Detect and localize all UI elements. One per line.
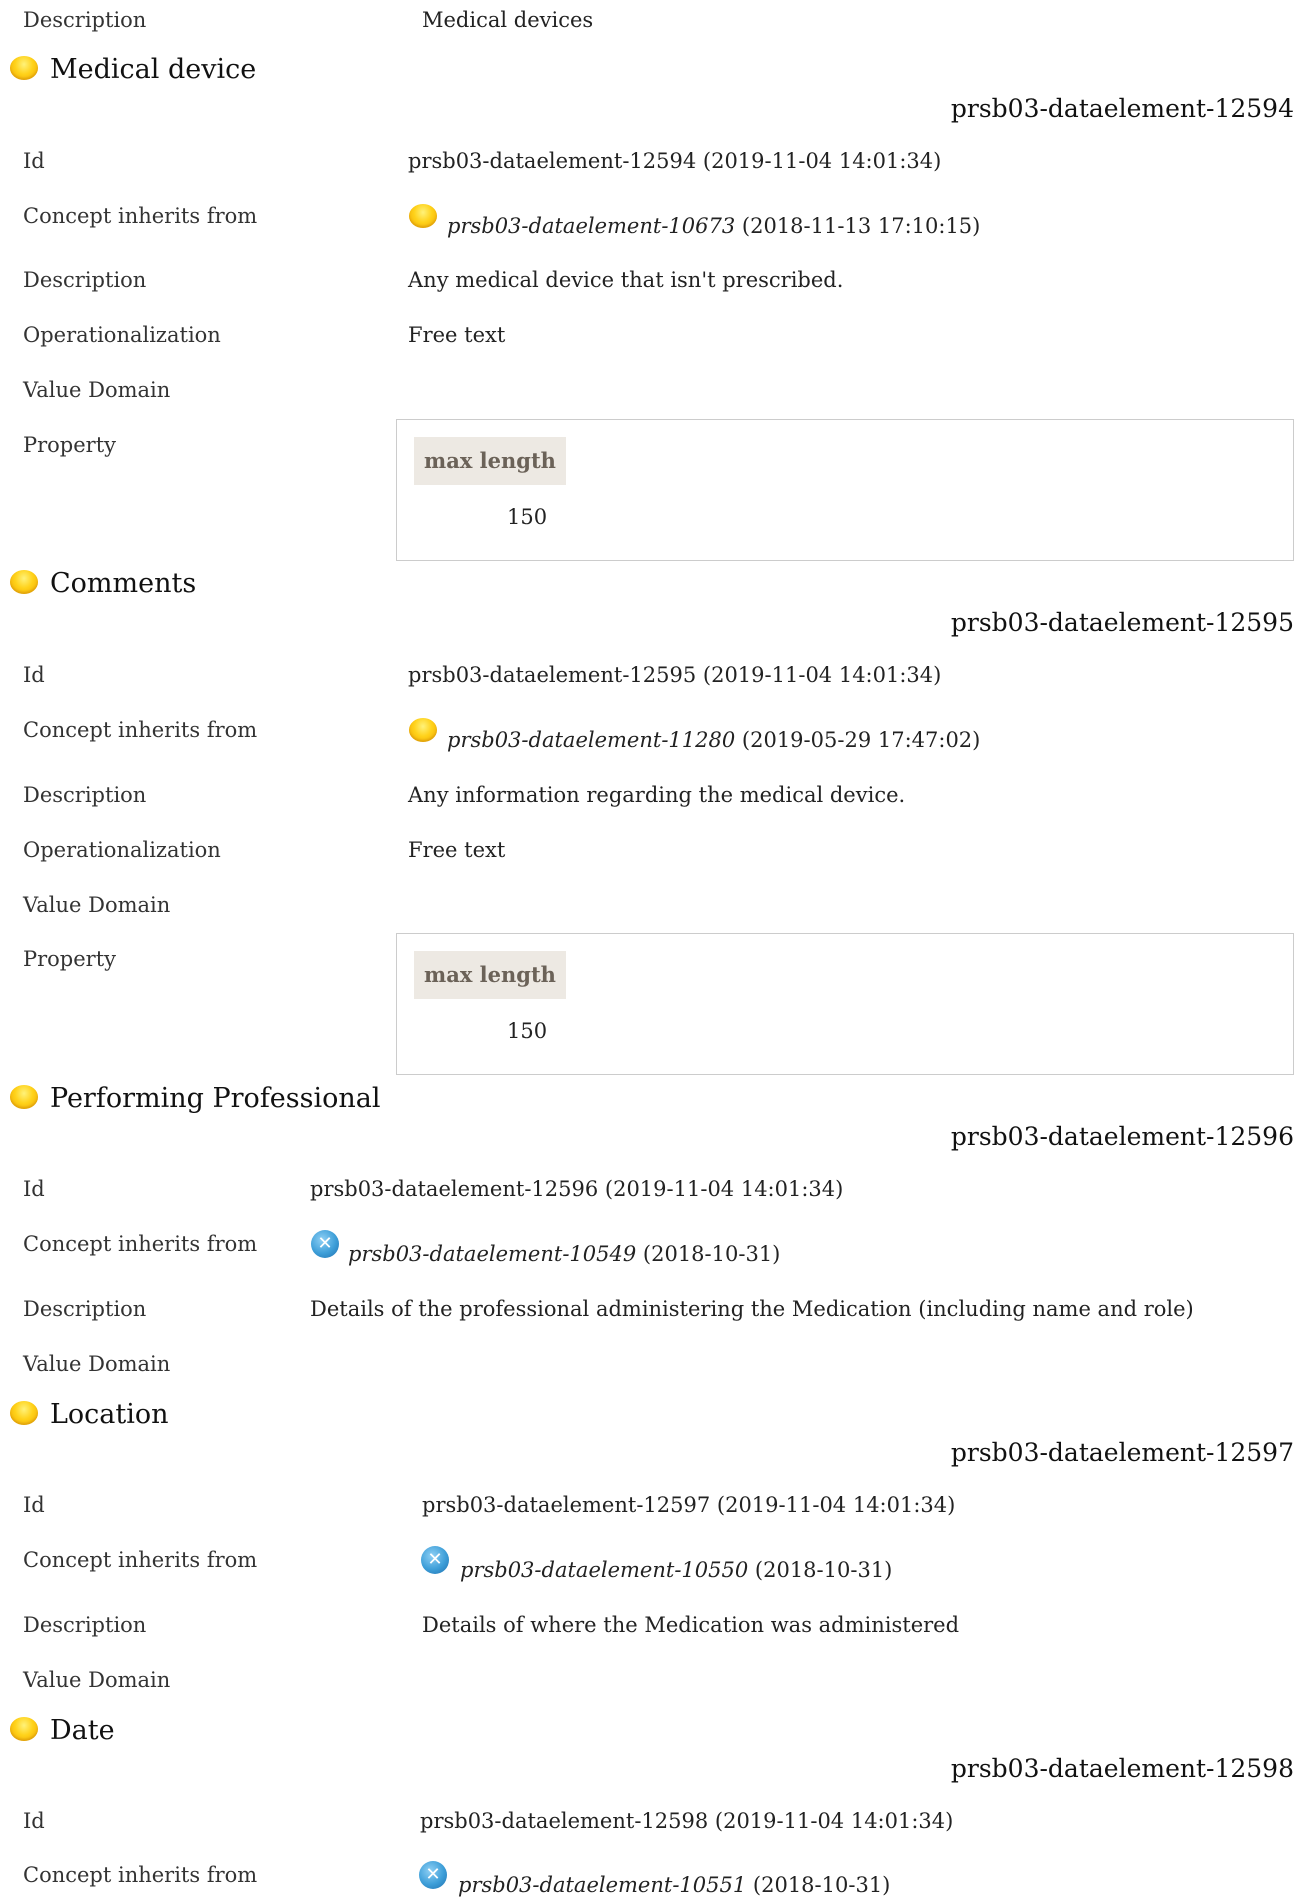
description-label: Description <box>23 268 147 292</box>
cancel-x-icon: ✕ <box>419 1861 447 1889</box>
section-id-header: prsb03-dataelement-12594 <box>950 94 1294 123</box>
inherits-date: (2019-05-29 17:47:02) <box>741 728 981 752</box>
value-domain-label: Value Domain <box>23 1668 171 1692</box>
property-table: max length 150 <box>396 419 1294 561</box>
inherits-label: Concept inherits from <box>23 1232 258 1256</box>
section-id-header: prsb03-dataelement-12595 <box>950 608 1294 637</box>
operationalization-value: Free text <box>408 323 506 347</box>
top-description-label: Description <box>23 8 147 32</box>
inherits-label: Concept inherits from <box>23 1863 258 1887</box>
yellow-ball-icon <box>10 1717 38 1741</box>
property-table: max length 150 <box>396 933 1294 1075</box>
inherits-value: prsb03-dataelement-10551 (2018-10-31) <box>458 1873 890 1897</box>
description-label: Description <box>23 1613 147 1637</box>
inherits-date: (2018-10-31) <box>752 1873 891 1897</box>
inherits-value: prsb03-dataelement-10673 (2018-11-13 17:… <box>447 214 980 238</box>
id-label: Id <box>23 1177 45 1201</box>
id-value: prsb03-dataelement-12598 (2019-11-04 14:… <box>420 1809 954 1833</box>
value-domain-label: Value Domain <box>23 1352 171 1376</box>
description-value: Details of where the Medication was admi… <box>422 1613 960 1637</box>
yellow-ball-icon <box>409 718 437 742</box>
inherits-label: Concept inherits from <box>23 1548 258 1572</box>
property-header: max length <box>414 951 566 999</box>
id-label: Id <box>23 1493 45 1517</box>
value-domain-label: Value Domain <box>23 378 171 402</box>
inherits-date: (2018-11-13 17:10:15) <box>741 214 981 238</box>
section-id-header: prsb03-dataelement-12598 <box>950 1754 1294 1783</box>
yellow-ball-icon <box>10 56 38 80</box>
inherits-label: Concept inherits from <box>23 204 258 228</box>
section-title[interactable]: Date <box>50 1715 115 1746</box>
property-value: 150 <box>507 505 548 529</box>
yellow-ball-icon <box>10 1401 38 1425</box>
id-value: prsb03-dataelement-12597 (2019-11-04 14:… <box>422 1493 956 1517</box>
inherits-link[interactable]: prsb03-dataelement-10549 <box>348 1242 636 1266</box>
operationalization-value: Free text <box>408 838 506 862</box>
section-title[interactable]: Medical device <box>50 54 256 85</box>
operationalization-label: Operationalization <box>23 838 221 862</box>
inherits-link[interactable]: prsb03-dataelement-10550 <box>460 1558 748 1582</box>
property-label: Property <box>23 433 117 457</box>
section-id-header: prsb03-dataelement-12596 <box>950 1122 1294 1151</box>
description-label: Description <box>23 783 147 807</box>
section-title[interactable]: Comments <box>50 568 196 599</box>
inherits-link[interactable]: prsb03-dataelement-11280 <box>447 728 735 752</box>
description-value: Any information regarding the medical de… <box>408 783 906 807</box>
inherits-link[interactable]: prsb03-dataelement-10551 <box>458 1873 746 1897</box>
description-value: Details of the professional administerin… <box>310 1297 1194 1321</box>
id-label: Id <box>23 1809 45 1833</box>
section-title[interactable]: Location <box>50 1399 169 1430</box>
yellow-ball-icon <box>409 204 437 228</box>
inherits-link[interactable]: prsb03-dataelement-10673 <box>447 214 735 238</box>
id-value: prsb03-dataelement-12596 (2019-11-04 14:… <box>310 1177 844 1201</box>
id-label: Id <box>23 149 45 173</box>
description-label: Description <box>23 1297 147 1321</box>
property-label: Property <box>23 947 117 971</box>
section-id-header: prsb03-dataelement-12597 <box>950 1438 1294 1467</box>
inherits-value: prsb03-dataelement-10549 (2018-10-31) <box>348 1242 780 1266</box>
cancel-x-icon: ✕ <box>421 1546 449 1574</box>
inherits-date: (2018-10-31) <box>642 1242 781 1266</box>
property-value: 150 <box>507 1019 548 1043</box>
value-domain-label: Value Domain <box>23 893 171 917</box>
description-value: Any medical device that isn't prescribed… <box>408 268 844 292</box>
top-description-value: Medical devices <box>422 8 594 32</box>
yellow-ball-icon <box>10 1085 38 1109</box>
cancel-x-icon: ✕ <box>311 1230 339 1258</box>
inherits-value: prsb03-dataelement-10550 (2018-10-31) <box>460 1558 892 1582</box>
id-label: Id <box>23 663 45 687</box>
inherits-label: Concept inherits from <box>23 718 258 742</box>
inherits-value: prsb03-dataelement-11280 (2019-05-29 17:… <box>447 728 980 752</box>
yellow-ball-icon <box>10 570 38 594</box>
id-value: prsb03-dataelement-12594 (2019-11-04 14:… <box>408 149 942 173</box>
operationalization-label: Operationalization <box>23 323 221 347</box>
inherits-date: (2018-10-31) <box>754 1558 893 1582</box>
id-value: prsb03-dataelement-12595 (2019-11-04 14:… <box>408 663 942 687</box>
section-title[interactable]: Performing Professional <box>50 1083 381 1114</box>
property-header: max length <box>414 437 566 485</box>
